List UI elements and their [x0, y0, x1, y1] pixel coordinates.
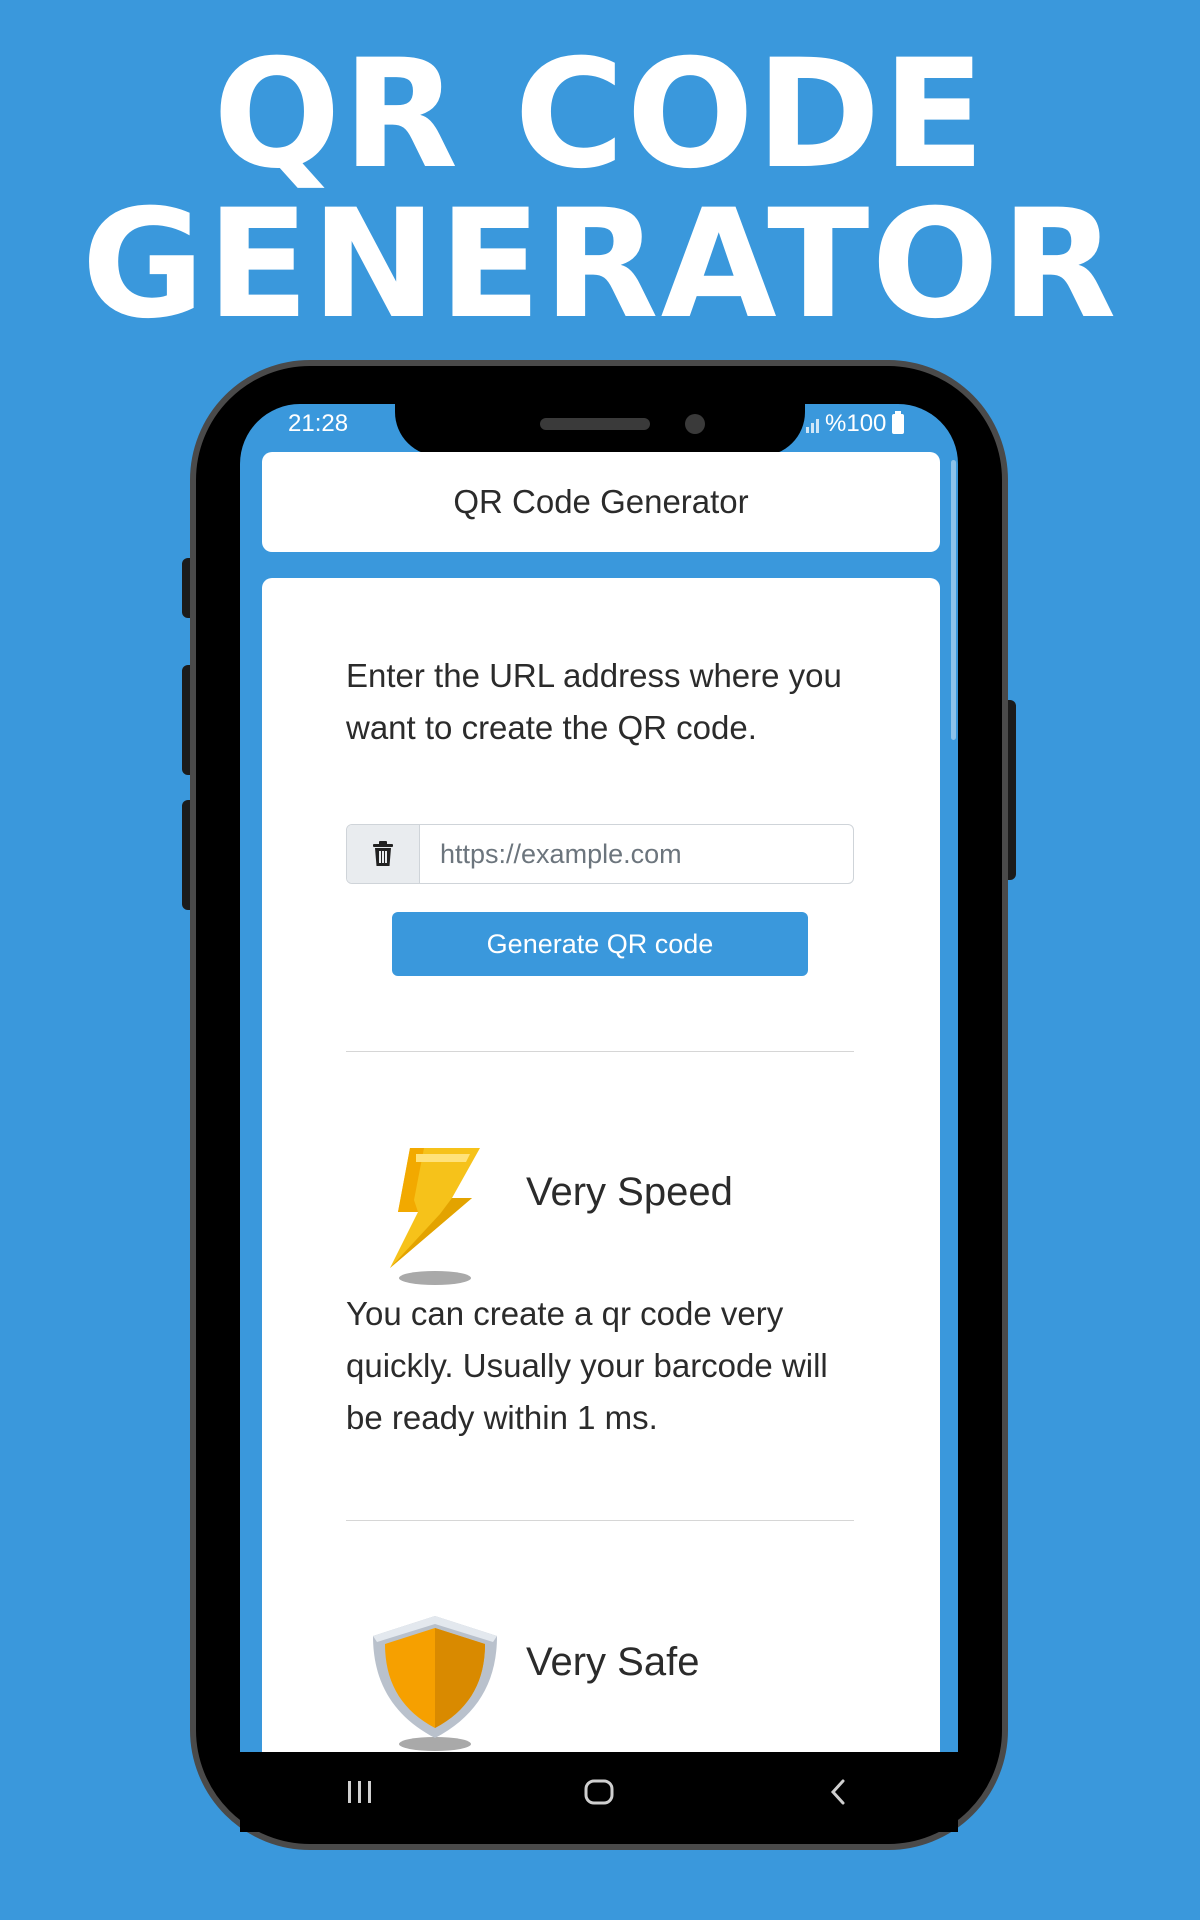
recent-apps-icon	[347, 1781, 371, 1803]
scroll-indicator	[951, 460, 956, 740]
recent-apps-button[interactable]	[320, 1762, 400, 1822]
front-camera	[685, 414, 705, 434]
home-icon	[584, 1779, 614, 1805]
intro-text: Enter the URL address where you want to …	[346, 657, 842, 746]
section-divider-2	[346, 1520, 854, 1521]
back-icon	[831, 1779, 845, 1805]
signal-icon	[806, 415, 819, 433]
back-button[interactable]	[798, 1762, 878, 1822]
url-input-group	[346, 824, 854, 884]
app-title: QR Code Generator	[453, 483, 749, 520]
battery-percent: %100	[825, 410, 887, 437]
status-time: 21:28	[288, 410, 349, 437]
home-button[interactable]	[559, 1762, 639, 1822]
section-divider-1	[346, 1051, 854, 1052]
headline-line-1: QR CODE	[213, 28, 987, 202]
status-indicators: %100	[806, 410, 905, 438]
clear-url-button[interactable]	[347, 825, 420, 883]
generate-qr-button[interactable]: Generate QR code	[392, 912, 808, 976]
lightning-icon	[390, 1148, 480, 1285]
system-nav-bar	[240, 1752, 958, 1832]
trash-icon	[373, 841, 393, 866]
feature-title-speed: Very Speed	[526, 1170, 733, 1214]
promo-headline: QR CODE GENERATOR	[0, 40, 1200, 340]
phone-notch	[395, 404, 805, 456]
feature-title-safe: Very Safe	[526, 1640, 700, 1684]
feature-description-speed: You can create a qr code very quickly. U…	[346, 1295, 828, 1436]
battery-icon	[892, 411, 905, 434]
app-header: QR Code Generator	[262, 452, 940, 552]
phone-speaker	[540, 418, 650, 430]
shield-icon	[373, 1616, 497, 1751]
headline-line-2: GENERATOR	[81, 178, 1119, 352]
url-input[interactable]	[420, 825, 853, 883]
